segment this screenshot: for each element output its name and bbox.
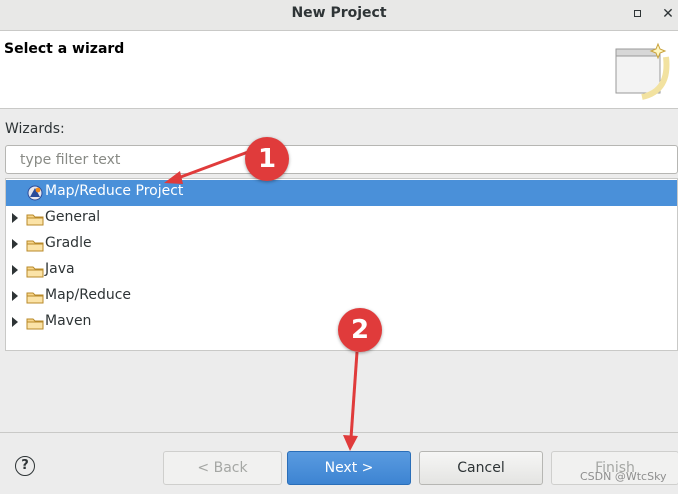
annotation-arrow-2 [349, 351, 359, 439]
annotation-badge-1: 1 [245, 137, 289, 181]
folder-icon [26, 214, 44, 226]
expand-arrow-icon[interactable] [12, 239, 18, 249]
annotation-arrowhead-2 [343, 435, 358, 451]
filter-input[interactable] [5, 145, 678, 174]
next-button[interactable]: Next > [287, 451, 411, 485]
wizard-header: Select a wizard [0, 31, 678, 109]
help-button[interactable]: ? [15, 456, 35, 476]
close-button[interactable]: ✕ [660, 6, 676, 22]
tree-item-java[interactable]: Java [6, 258, 677, 284]
tree-item-map-reduce-project[interactable]: Map/Reduce Project [6, 180, 677, 206]
expand-arrow-icon[interactable] [12, 213, 18, 223]
maximize-button[interactable] [630, 6, 646, 22]
watermark: CSDN @WtcSky [580, 470, 667, 483]
folder-icon [26, 292, 44, 304]
cancel-button[interactable]: Cancel [419, 451, 543, 485]
tree-item-label: Gradle [45, 235, 92, 251]
page-title: Select a wizard [4, 41, 125, 57]
window-title: New Project [291, 5, 387, 21]
footer-divider [0, 432, 678, 433]
expand-arrow-icon[interactable] [12, 291, 18, 301]
wizards-label: Wizards: [5, 121, 65, 137]
tree-item-label: Maven [45, 313, 92, 329]
title-bar: New Project ✕ [0, 0, 678, 31]
folder-icon [26, 318, 44, 330]
map-reduce-project-icon [27, 185, 43, 201]
tree-item-general[interactable]: General [6, 206, 677, 232]
tree-item-map-reduce[interactable]: Map/Reduce [6, 284, 677, 310]
tree-item-label: Map/Reduce [45, 287, 132, 303]
folder-icon [26, 240, 44, 252]
new-wizard-banner-icon [615, 42, 670, 100]
annotation-badge-2: 2 [338, 308, 382, 352]
tree-item-label: Java [45, 261, 75, 277]
maximize-icon [634, 10, 641, 17]
tree-item-label: General [45, 209, 101, 225]
tree-item-label: Map/Reduce Project [45, 183, 184, 199]
folder-icon [26, 266, 44, 278]
back-button[interactable]: < Back [163, 451, 282, 485]
expand-arrow-icon[interactable] [12, 265, 18, 275]
expand-arrow-icon[interactable] [12, 317, 18, 327]
tree-item-gradle[interactable]: Gradle [6, 232, 677, 258]
